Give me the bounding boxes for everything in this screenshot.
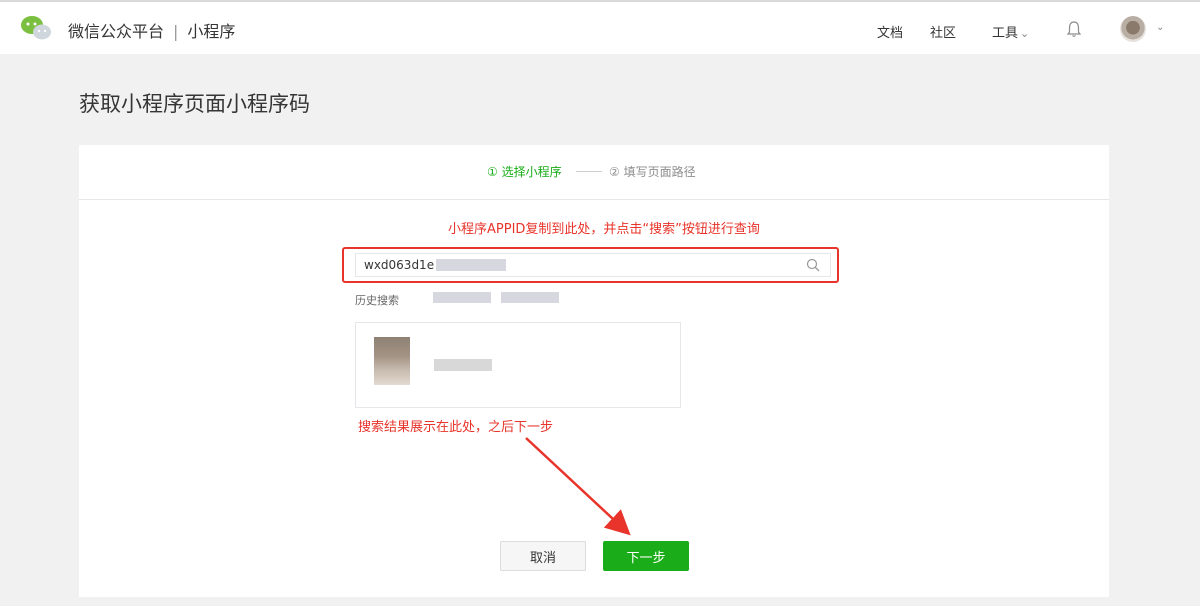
bell-icon[interactable] <box>1066 20 1082 38</box>
search-result-card[interactable] <box>355 322 681 408</box>
search-annotation: 小程序APPID复制到此处，并点击“搜索”按钮进行查询 <box>448 222 760 237</box>
redacted-text <box>436 259 506 271</box>
step-indicator: ① 选择小程序 ② 填写页面路径 <box>79 145 1109 200</box>
brand-title[interactable]: 微信公众平台 | 小程序 <box>68 18 235 42</box>
nav-docs-link[interactable]: 文档 <box>877 22 903 41</box>
nav-community-link[interactable]: 社区 <box>930 22 956 41</box>
brand-section: 小程序 <box>187 22 236 41</box>
nav-tools-label: 工具 <box>992 26 1019 41</box>
brand-separator: | <box>173 22 179 41</box>
step-2-number: ② <box>609 165 620 179</box>
history-item[interactable] <box>433 292 491 303</box>
user-avatar[interactable] <box>1120 16 1146 42</box>
brand-name: 微信公众平台 <box>68 22 165 41</box>
chevron-down-icon[interactable]: ⌄ <box>1156 22 1164 33</box>
step-2: ② 填写页面路径 <box>609 163 696 180</box>
appid-search-input[interactable]: wxd063d1e <box>355 253 831 277</box>
nav-tools-menu[interactable]: 工具 ⌄ <box>992 22 1029 41</box>
step-1-number: ① <box>487 165 498 179</box>
chevron-down-icon: ⌄ <box>1020 27 1030 40</box>
search-icon[interactable] <box>806 258 820 272</box>
result-annotation: 搜索结果展示在此处，之后下一步 <box>358 420 554 435</box>
search-input-value: wxd063d1e <box>364 258 435 272</box>
main-panel: ① 选择小程序 ② 填写页面路径 小程序APPID复制到此处，并点击“搜索”按钮… <box>79 145 1109 597</box>
history-search-label: 历史搜索 <box>355 294 399 307</box>
step-divider <box>576 171 602 172</box>
step-1: ① 选择小程序 <box>487 163 562 180</box>
mini-program-avatar <box>374 337 410 385</box>
next-step-button[interactable]: 下一步 <box>603 541 689 571</box>
cancel-button[interactable]: 取消 <box>500 541 586 571</box>
top-navigation-bar: 微信公众平台 | 小程序 文档 社区 工具 ⌄ ⌄ <box>0 0 1200 54</box>
step-2-label: 填写页面路径 <box>623 165 696 179</box>
page-title: 获取小程序页面小程序码 <box>79 92 310 116</box>
wechat-logo-icon[interactable] <box>20 15 52 41</box>
history-item[interactable] <box>501 292 559 303</box>
redacted-mini-program-name <box>434 359 492 371</box>
step-1-label: 选择小程序 <box>501 165 562 179</box>
